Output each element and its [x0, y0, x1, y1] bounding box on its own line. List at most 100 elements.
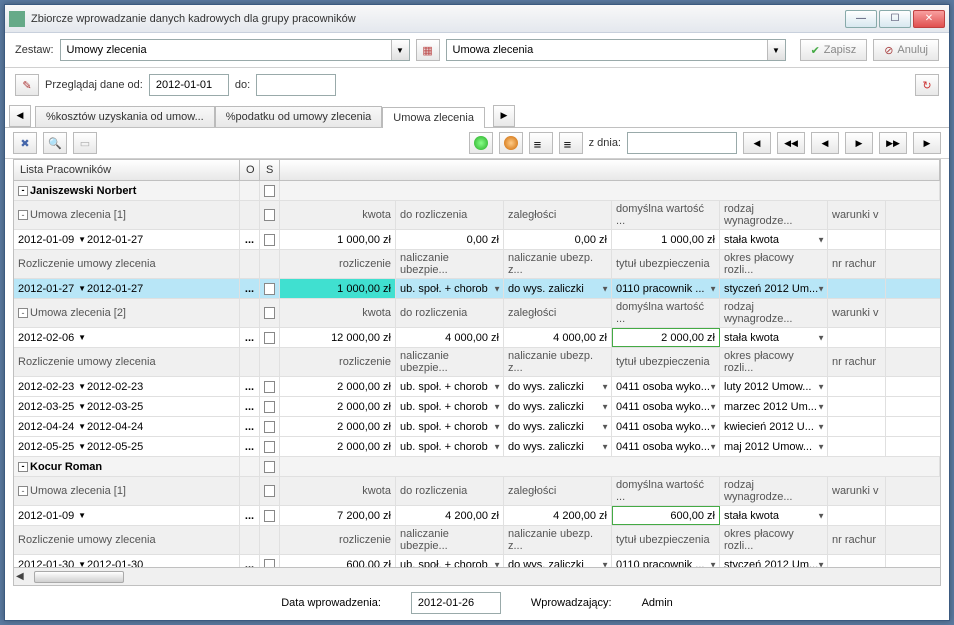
- table-row[interactable]: 2012-01-09▼ ... 7 200,00 zł 4 200,00 zł …: [14, 506, 940, 526]
- row-options-button[interactable]: ...: [240, 437, 260, 456]
- table-row-selected[interactable]: 2012-01-27▼2012-01-27 ... 1 000,00 zł ub…: [14, 279, 940, 299]
- chevron-down-icon[interactable]: ▼: [78, 442, 86, 451]
- chevron-down-icon[interactable]: ▼: [493, 442, 501, 451]
- scrollbar-thumb[interactable]: [34, 571, 124, 583]
- edit-button[interactable]: ✎: [15, 74, 39, 96]
- chevron-down-icon[interactable]: ▼: [601, 442, 609, 451]
- tools-button[interactable]: ✖: [13, 132, 37, 154]
- chevron-down-icon[interactable]: ▼: [817, 422, 825, 431]
- row-options-button[interactable]: ...: [240, 279, 260, 298]
- checkbox[interactable]: [264, 234, 275, 246]
- row-options-button[interactable]: ...: [240, 328, 260, 347]
- tab-scroll-left[interactable]: ◀: [9, 105, 31, 127]
- chevron-down-icon[interactable]: ▼: [709, 422, 717, 431]
- nav-first[interactable]: ◀: [743, 132, 771, 154]
- chevron-down-icon[interactable]: ▼: [78, 284, 86, 293]
- add-button[interactable]: [469, 132, 493, 154]
- checkbox[interactable]: [264, 283, 275, 295]
- table-row[interactable]: 2012-03-25▼2012-03-25 ... 2 000,00 zł ub…: [14, 397, 940, 417]
- sort-button[interactable]: [529, 132, 553, 154]
- tab-umowa[interactable]: Umowa zlecenia: [382, 107, 485, 128]
- close-button[interactable]: ✕: [913, 10, 945, 28]
- collapse-icon[interactable]: -: [18, 308, 28, 318]
- chevron-down-icon[interactable]: ▼: [391, 40, 409, 60]
- chevron-down-icon[interactable]: ▼: [493, 284, 501, 293]
- col-lista[interactable]: Lista Pracowników: [14, 160, 240, 180]
- nav-fastback[interactable]: ◀◀: [777, 132, 805, 154]
- copy-zestaw-button[interactable]: ▦: [416, 39, 440, 61]
- tab-scroll-right[interactable]: ▶: [493, 105, 515, 127]
- collapse-icon[interactable]: -: [18, 462, 28, 472]
- row-options-button[interactable]: ...: [240, 417, 260, 436]
- collapse-icon[interactable]: -: [18, 210, 28, 220]
- checkbox[interactable]: [264, 559, 275, 568]
- row-options-button[interactable]: ...: [240, 555, 260, 567]
- checkbox[interactable]: [264, 421, 275, 433]
- col-data[interactable]: [280, 160, 940, 180]
- zestaw-combo[interactable]: Umowy zlecenia ▼: [60, 39, 410, 61]
- table-row[interactable]: 2012-01-30▼2012-01-30 ... 600,00 zł ub. …: [14, 555, 940, 567]
- chevron-down-icon[interactable]: ▼: [601, 382, 609, 391]
- checkbox[interactable]: [264, 185, 275, 197]
- nav-back[interactable]: ◀: [811, 132, 839, 154]
- chevron-down-icon[interactable]: ▼: [78, 235, 86, 244]
- chevron-down-icon[interactable]: ▼: [493, 560, 501, 567]
- checkbox[interactable]: [264, 461, 275, 473]
- chevron-down-icon[interactable]: ▼: [817, 382, 825, 391]
- table-row[interactable]: -Kocur Roman: [14, 457, 940, 477]
- zdnia-input[interactable]: [627, 132, 737, 154]
- active-cell[interactable]: 1 000,00 zł: [280, 279, 396, 298]
- card-button[interactable]: ▭: [73, 132, 97, 154]
- chevron-down-icon[interactable]: ▼: [78, 560, 86, 567]
- chevron-down-icon[interactable]: ▼: [817, 442, 825, 451]
- minimize-button[interactable]: —: [845, 10, 877, 28]
- save-button[interactable]: ✔Zapisz: [800, 39, 868, 61]
- table-row[interactable]: 2012-02-06▼ ... 12 000,00 zł 4 000,00 zł…: [14, 328, 940, 348]
- table-row[interactable]: -Janiszewski Norbert: [14, 181, 940, 201]
- checkbox[interactable]: [264, 307, 275, 319]
- chevron-down-icon[interactable]: ▼: [709, 382, 717, 391]
- row-options-button[interactable]: ...: [240, 397, 260, 416]
- nav-last[interactable]: ▶: [913, 132, 941, 154]
- nav-fastfwd[interactable]: ▶▶: [879, 132, 907, 154]
- chevron-down-icon[interactable]: ▼: [601, 402, 609, 411]
- chevron-down-icon[interactable]: ▼: [817, 511, 825, 520]
- tab-podatek[interactable]: %podatku od umowy zlecenia: [215, 106, 383, 127]
- date-from-input[interactable]: [149, 74, 229, 96]
- remove-button[interactable]: [499, 132, 523, 154]
- collapse-icon[interactable]: -: [18, 486, 28, 496]
- checkbox[interactable]: [264, 209, 275, 221]
- zestaw2-combo[interactable]: Umowa zlecenia ▼: [446, 39, 786, 61]
- chevron-down-icon[interactable]: ▼: [493, 382, 501, 391]
- chevron-down-icon[interactable]: ▼: [709, 560, 717, 567]
- chevron-down-icon[interactable]: ▼: [78, 333, 86, 342]
- chevron-down-icon[interactable]: ▼: [709, 402, 717, 411]
- chevron-down-icon[interactable]: ▼: [493, 402, 501, 411]
- nav-fwd[interactable]: ▶: [845, 132, 873, 154]
- chevron-down-icon[interactable]: ▼: [767, 40, 785, 60]
- chevron-down-icon[interactable]: ▼: [817, 284, 825, 293]
- table-row[interactable]: 2012-01-09▼2012-01-27 ... 1 000,00 zł 0,…: [14, 230, 940, 250]
- refresh-button[interactable]: ↻: [915, 74, 939, 96]
- table-row[interactable]: 2012-02-23▼2012-02-23 ... 2 000,00 zł ub…: [14, 377, 940, 397]
- chevron-down-icon[interactable]: ▼: [601, 284, 609, 293]
- chevron-down-icon[interactable]: ▼: [78, 402, 86, 411]
- data-wprow-input[interactable]: [411, 592, 501, 614]
- chevron-down-icon[interactable]: ▼: [817, 402, 825, 411]
- chevron-down-icon[interactable]: ▼: [78, 382, 86, 391]
- cancel-button[interactable]: ⊘Anuluj: [873, 39, 939, 61]
- row-options-button[interactable]: ...: [240, 230, 260, 249]
- chevron-down-icon[interactable]: ▼: [709, 284, 717, 293]
- table-row[interactable]: 2012-04-24▼2012-04-24 ... 2 000,00 zł ub…: [14, 417, 940, 437]
- chevron-down-icon[interactable]: ▼: [817, 235, 825, 244]
- checkbox[interactable]: [264, 510, 275, 522]
- maximize-button[interactable]: ☐: [879, 10, 911, 28]
- checkbox[interactable]: [264, 381, 275, 393]
- chevron-down-icon[interactable]: ▼: [78, 422, 86, 431]
- col-o[interactable]: O: [240, 160, 260, 180]
- row-options-button[interactable]: ...: [240, 377, 260, 396]
- search-button[interactable]: 🔍: [43, 132, 67, 154]
- col-s[interactable]: S: [260, 160, 280, 180]
- chevron-down-icon[interactable]: ▼: [817, 333, 825, 342]
- checkbox[interactable]: [264, 441, 275, 453]
